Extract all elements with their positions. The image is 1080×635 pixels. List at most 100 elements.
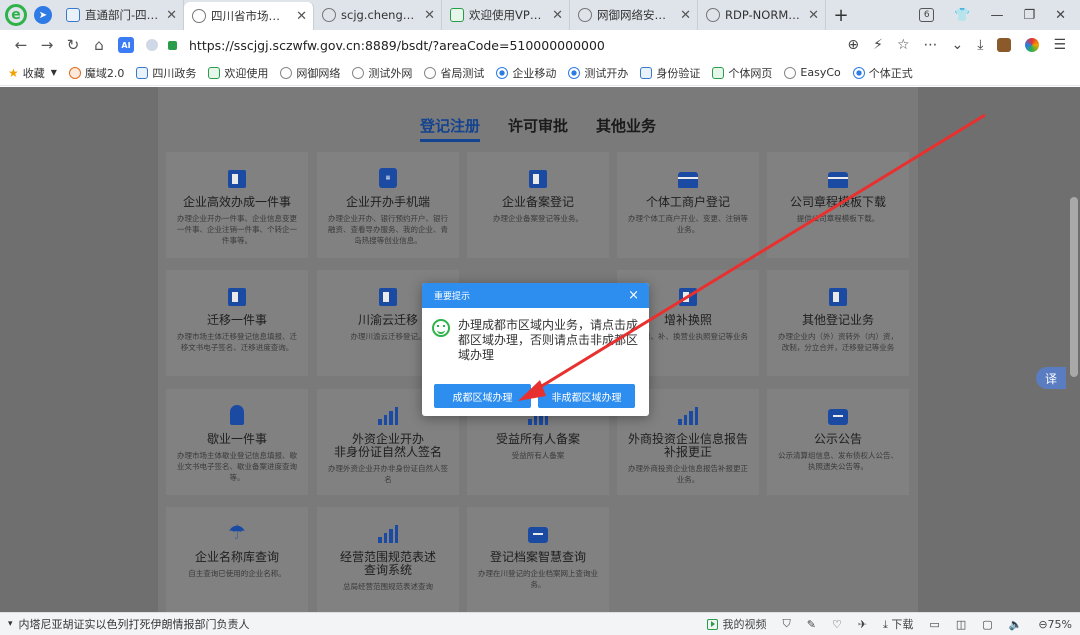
news-headline[interactable]: 内塔尼亚胡证实以色列打死伊朗情报部门负责人 [19, 616, 250, 632]
ai-icon[interactable]: AI [118, 37, 134, 53]
chengdu-region-button[interactable]: 成都区域办理 [434, 384, 531, 408]
tab-other-business[interactable]: 其他业务 [596, 115, 656, 142]
close-icon[interactable]: ✕ [552, 8, 563, 23]
my-video-button[interactable]: 我的视频 [707, 616, 766, 632]
site-info-icon[interactable] [146, 39, 158, 51]
bookmark-item[interactable]: 网御网络 [280, 65, 340, 81]
caret-down-icon[interactable]: ▼ [51, 68, 57, 77]
browser-tab-bar: e ➤ 直通部门-四川政 ✕ 四川省市场监督管 ✕ scjg.chengdu.g… [0, 0, 1080, 30]
bookmarks-bar: ★ 收藏 ▼ 魔域2.0 四川政务 欢迎使用 网御网络 测试外网 省局测试 企业移动… [0, 60, 1080, 86]
tab-0[interactable]: 直通部门-四川政 ✕ [58, 0, 184, 30]
briefcase-icon[interactable] [997, 38, 1012, 52]
umbrella-icon: ☂ [228, 520, 246, 544]
globe-icon [424, 66, 437, 79]
bookmark-item[interactable]: 测试外网 [352, 65, 412, 81]
shield-icon[interactable]: ⛉ [782, 617, 790, 631]
bookmark-star-icon[interactable]: ☆ [897, 37, 910, 53]
service-card[interactable]: 迁移一件事 办理市场主体迁移登记信息填报、迁移文书电子签名、迁移进度查询。 [166, 270, 308, 376]
bookmark-item[interactable]: 个体网页 [712, 65, 772, 81]
download-button[interactable]: ⤓ 下载 [883, 616, 913, 632]
tab-4[interactable]: 网御网络安全审 ✕ [570, 0, 698, 30]
tab-label: 欢迎使用VPN安 [469, 8, 547, 22]
service-card[interactable]: 公示公告 公示清算组信息、发布债权人公告、执照遗失公告等。 [767, 389, 909, 495]
tab-1[interactable]: 四川省市场监督管 ✕ [184, 2, 314, 30]
color-wheel-icon[interactable] [1025, 38, 1040, 52]
home-icon[interactable]: ⌂ [86, 36, 112, 54]
close-icon[interactable]: ✕ [680, 8, 691, 23]
screen-icon[interactable]: ▢ [982, 618, 992, 631]
reload-icon[interactable]: ↻ [60, 36, 86, 54]
card-title: 外资企业开办 非身份证自然人签名 [333, 432, 442, 459]
zoom-level[interactable]: ⊖75% [1038, 618, 1072, 631]
translate-float-button[interactable]: 译 [1036, 367, 1066, 389]
scrollbar-thumb[interactable] [1070, 197, 1078, 377]
bookmark-label: 测试开办 [584, 66, 629, 80]
window-icon[interactable]: ◫ [956, 618, 966, 631]
service-card[interactable]: 其他登记业务 办理企业内（外）资转外（内）资，改制，分立合并，迁移登记等业务 [767, 270, 909, 376]
page-scrollbar[interactable] [1068, 87, 1080, 612]
menu-icon[interactable]: ☰ [1053, 37, 1066, 53]
bookmark-item[interactable]: 四川政务 [136, 65, 196, 81]
window-close-icon[interactable]: ✕ [1055, 8, 1066, 23]
bookmark-label: 收藏 [22, 66, 45, 80]
news-ticker[interactable]: ▾ 内塔尼亚胡证实以色列打死伊朗情报部门负责人 [8, 616, 250, 632]
lightning-icon[interactable]: ⚡ [873, 37, 883, 53]
more-icon[interactable]: ⋯ [924, 37, 938, 53]
close-icon[interactable]: ✕ [424, 8, 435, 23]
shirt-icon[interactable]: 👕 [954, 8, 970, 23]
card-desc: 办理个体工商户开业、变更、注销等业务。 [628, 214, 748, 234]
zoom-search-icon[interactable]: ⊕ [847, 37, 859, 53]
card-title: 其他登记业务 [801, 313, 874, 327]
tab-2[interactable]: scjg.chengdu.g ✕ [314, 0, 442, 30]
bookmark-item[interactable]: 个体正式 [852, 65, 913, 81]
heart-icon[interactable]: ♡ [832, 618, 842, 631]
rocket-icon[interactable]: ✈ [858, 618, 867, 631]
url-text[interactable]: https://sscjgj.sczwfw.gov.cn:8889/bsdt/?… [189, 38, 605, 53]
close-icon[interactable]: ✕ [166, 8, 177, 23]
close-icon[interactable]: ✕ [808, 8, 819, 23]
non-chengdu-region-button[interactable]: 非成都区域办理 [538, 384, 635, 408]
service-card[interactable]: 企业高效办成一件事 办理企业开办一件事、企业信息变更一件事、企业注销一件事、个转… [166, 152, 308, 258]
card-title: 公司章程模板下载 [789, 195, 886, 209]
chevron-down-icon[interactable]: ⌄ [952, 37, 964, 53]
paint-icon[interactable]: ✎ [807, 618, 816, 631]
new-tab-button[interactable]: + [826, 5, 856, 26]
maximize-icon[interactable]: ❐ [1023, 8, 1035, 23]
service-card[interactable]: ▦ 企业开办手机端 办理企业开办、银行预约开户、银行融资、查看导办服务、我的企业… [317, 152, 459, 258]
sidebar-icon[interactable]: ▭ [929, 618, 939, 631]
service-card[interactable]: 企业备案登记 办理企业备案登记等业务。 [467, 152, 609, 258]
service-card[interactable]: 公司章程模板下载 提供公司章程模板下载。 [767, 152, 909, 258]
bookmark-item[interactable]: 身份验证 [640, 65, 700, 81]
bookmark-item[interactable]: EasyCo [784, 66, 841, 79]
bookmark-item[interactable]: 欢迎使用 [208, 65, 268, 81]
bookmark-item[interactable]: 魔域2.0 [68, 65, 124, 81]
bookmark-item[interactable]: 企业移动 [496, 65, 556, 81]
url-field[interactable]: https://sscjgj.sczwfw.gov.cn:8889/bsdt/?… [146, 33, 847, 57]
tab-5[interactable]: RDP-NORMAL- ✕ [698, 0, 826, 30]
dialog-body: 办理成都市区域内业务，请点击成都区域办理，否则请点击非成都区域办理 [422, 308, 649, 363]
globe-icon [784, 66, 797, 79]
card-title: 登记档案智慧查询 [489, 550, 586, 564]
forward-icon[interactable]: → [34, 36, 60, 54]
bookmark-item[interactable]: 省局测试 [424, 65, 484, 81]
tab-registration[interactable]: 登记注册 [419, 115, 480, 142]
service-card[interactable]: 个体工商户登记 办理个体工商户开业、变更、注销等业务。 [617, 152, 759, 258]
browser-logo[interactable]: e [0, 0, 32, 30]
back-icon[interactable]: ← [8, 36, 34, 54]
minimize-icon[interactable]: — [990, 8, 1003, 23]
volume-icon[interactable]: 🔈 [1009, 618, 1023, 631]
send-arrow-icon[interactable]: ➤ [34, 6, 52, 24]
tab-3[interactable]: 欢迎使用VPN安 ✕ [442, 0, 570, 30]
bookmark-item[interactable]: ★ 收藏 ▼ [8, 65, 57, 81]
close-icon[interactable]: ✕ [296, 9, 307, 24]
bookmark-item[interactable]: 测试开办 [568, 65, 628, 81]
service-card[interactable]: 歇业一件事 办理市场主体歇业登记信息填报、歇业文书电子签名、歇业备案进度查询等。 [166, 389, 308, 495]
star-icon: ★ [8, 65, 19, 80]
service-card[interactable]: 经营范围规范表述 查询系统 总局经营范围规范表述查询 [317, 507, 459, 612]
download-manager-icon[interactable]: ⤓ [977, 37, 983, 53]
tab-count-badge[interactable]: 6 [919, 8, 935, 22]
service-card[interactable]: 登记档案智慧查询 办理在川登记的企业档案网上查询业务。 [467, 507, 609, 612]
tab-license-approval[interactable]: 许可审批 [508, 115, 568, 142]
service-card[interactable]: ☂ 企业名称库查询 自主查询已使用的企业名称。 [166, 507, 308, 612]
close-icon[interactable]: × [628, 288, 639, 303]
